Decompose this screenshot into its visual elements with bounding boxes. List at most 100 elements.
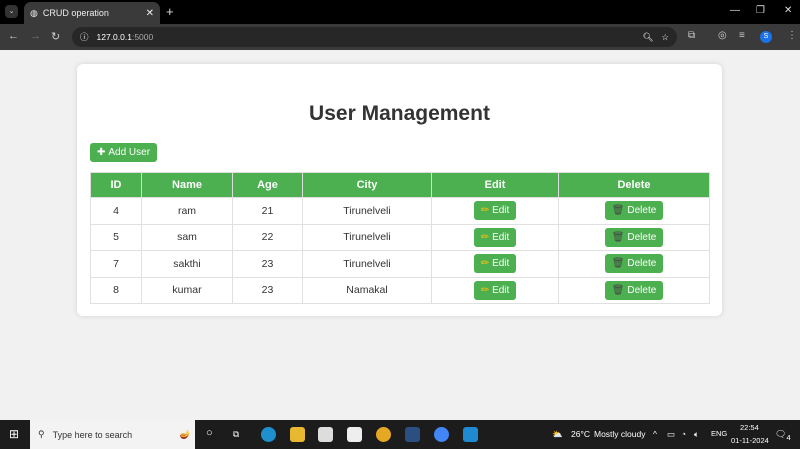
weather-icon: ⛅ — [552, 429, 563, 439]
delete-button[interactable]: 🗑︎ Delete — [604, 254, 664, 274]
edit-label: Edit — [492, 258, 510, 270]
close-window-button[interactable]: ✕ — [784, 5, 792, 16]
edit-button[interactable]: ✏︎ Edit — [473, 254, 517, 274]
edit-label: Edit — [492, 231, 510, 243]
delete-button[interactable]: 🗑︎ Delete — [604, 280, 664, 300]
weather-text[interactable]: Mostly cloudy — [594, 429, 646, 439]
cell-city: Namakal — [302, 276, 432, 304]
taskbar-search[interactable]: ⚲ Type here to search 🪔 — [30, 420, 195, 449]
cell-name: ram — [141, 197, 233, 225]
edge-icon[interactable] — [261, 427, 276, 442]
search-icon: ⚲ — [38, 429, 45, 439]
reading-list-icon[interactable]: ≡ — [739, 30, 745, 41]
edit-button[interactable]: ✏︎ Edit — [473, 280, 517, 300]
tab-search-dropdown[interactable]: ⌄ — [5, 5, 18, 18]
cell-edit: ✏︎ Edit — [431, 197, 559, 225]
page-title: User Management — [309, 102, 490, 125]
back-icon[interactable]: ← — [8, 30, 19, 42]
performance-icon[interactable]: ◎ — [718, 30, 727, 41]
url-port: :5000 — [131, 32, 154, 42]
delete-label: Delete — [627, 205, 657, 217]
trash-icon: 🗑︎ — [611, 258, 625, 270]
wifi-icon[interactable]: ◔ — [681, 429, 686, 439]
trash-icon: 🗑︎ — [611, 231, 625, 243]
cell-edit: ✏︎ Edit — [431, 223, 559, 251]
cell-delete: 🗑︎ Delete — [558, 223, 710, 251]
col-age: Age — [232, 172, 303, 198]
delete-button[interactable]: 🗑︎ Delete — [604, 227, 664, 247]
task-view-icon[interactable]: ⧉ — [233, 429, 239, 440]
clock-time[interactable]: 22:54 — [740, 423, 759, 432]
weather-temp[interactable]: 26°C — [571, 429, 590, 439]
tab-bar: ⌄ ◍ CRUD operation ✕ + — ❐ ✕ — [0, 0, 800, 24]
cell-age: 22 — [232, 223, 303, 251]
table-row: 7 sakthi 23 Tirunelveli ✏︎ Edit 🗑︎ Delete — [90, 250, 710, 278]
notifications-icon[interactable]: 🗨︎4 — [775, 429, 791, 442]
profile-avatar[interactable]: S — [760, 31, 772, 43]
trash-icon: 🗑︎ — [611, 205, 625, 217]
chrome-icon[interactable] — [376, 427, 391, 442]
table-row: 8 kumar 23 Namakal ✏︎ Edit 🗑︎ Delete — [90, 276, 710, 304]
pencil-icon: ✏︎ — [480, 258, 490, 270]
forward-icon[interactable]: → — [30, 30, 41, 42]
cell-name: sakthi — [141, 250, 233, 278]
address-bar[interactable]: ⓘ 127.0.0.1:5000 🔍︎ ☆ — [72, 27, 677, 47]
battery-icon[interactable]: ▭ — [667, 429, 675, 440]
cell-id: 8 — [90, 276, 142, 304]
add-user-label: Add User — [108, 147, 151, 158]
restore-button[interactable]: ❐ — [756, 5, 765, 16]
cell-age: 21 — [232, 197, 303, 225]
show-hidden-icons[interactable]: ^ — [653, 429, 657, 439]
vscode-icon[interactable] — [463, 427, 478, 442]
cell-delete: 🗑︎ Delete — [558, 197, 710, 225]
table-row: 5 sam 22 Tirunelveli ✏︎ Edit 🗑︎ Delete — [90, 223, 710, 251]
app-icon[interactable] — [405, 427, 420, 442]
zoom-icon[interactable]: 🔍︎ — [643, 32, 654, 43]
extensions-icon[interactable]: ⧉ — [688, 30, 695, 41]
language-indicator[interactable]: ENG — [711, 429, 727, 438]
col-delete: Delete — [558, 172, 710, 198]
cell-edit: ✏︎ Edit — [431, 276, 559, 304]
menu-icon[interactable]: ⋮ — [787, 30, 797, 41]
edit-label: Edit — [492, 205, 510, 217]
store-icon[interactable] — [318, 427, 333, 442]
cell-name: sam — [141, 223, 233, 251]
minimize-button[interactable]: — — [730, 5, 740, 16]
clock-date[interactable]: 01-11-2024 — [731, 436, 769, 445]
plus-icon: ✚ — [96, 147, 106, 158]
delete-button[interactable]: 🗑︎ Delete — [604, 201, 664, 221]
table-row: 4 ram 21 Tirunelveli ✏︎ Edit 🗑︎ Delete — [90, 197, 710, 225]
cell-city: Tirunelveli — [302, 197, 432, 225]
volume-icon[interactable]: 🔈︎ — [694, 429, 699, 440]
notification-count: 4 — [786, 432, 791, 442]
col-name: Name — [141, 172, 233, 198]
cell-age: 23 — [232, 250, 303, 278]
cell-delete: 🗑︎ Delete — [558, 250, 710, 278]
cell-age: 23 — [232, 276, 303, 304]
col-id: ID — [90, 172, 142, 198]
browser-tab[interactable]: ◍ CRUD operation ✕ — [24, 2, 160, 24]
windows-start-icon[interactable]: ⊞ — [9, 427, 19, 441]
mail-icon[interactable] — [347, 427, 362, 442]
delete-label: Delete — [627, 258, 657, 270]
cell-id: 7 — [90, 250, 142, 278]
users-table: ID Name Age City Edit Delete 4 ram 21 Ti… — [90, 172, 710, 304]
cortana-icon[interactable]: ○ — [206, 427, 213, 439]
cell-city: Tirunelveli — [302, 250, 432, 278]
tab-title: CRUD operation — [42, 8, 109, 18]
cell-name: kumar — [141, 276, 233, 304]
chrome-profile-icon[interactable] — [434, 427, 449, 442]
edit-button[interactable]: ✏︎ Edit — [473, 227, 517, 247]
close-tab-icon[interactable]: ✕ — [146, 8, 154, 19]
col-city: City — [302, 172, 432, 198]
new-tab-button[interactable]: + — [166, 4, 174, 19]
pencil-icon: ✏︎ — [480, 231, 490, 243]
bookmark-star-icon[interactable]: ☆ — [661, 32, 669, 43]
pencil-icon: ✏︎ — [480, 284, 490, 296]
site-info-icon[interactable]: ⓘ — [80, 31, 89, 43]
add-user-button[interactable]: ✚ Add User — [90, 143, 157, 162]
file-explorer-icon[interactable] — [290, 427, 305, 442]
edit-button[interactable]: ✏︎ Edit — [473, 201, 517, 221]
trash-icon: 🗑︎ — [611, 284, 625, 296]
reload-icon[interactable]: ↻ — [51, 30, 60, 43]
